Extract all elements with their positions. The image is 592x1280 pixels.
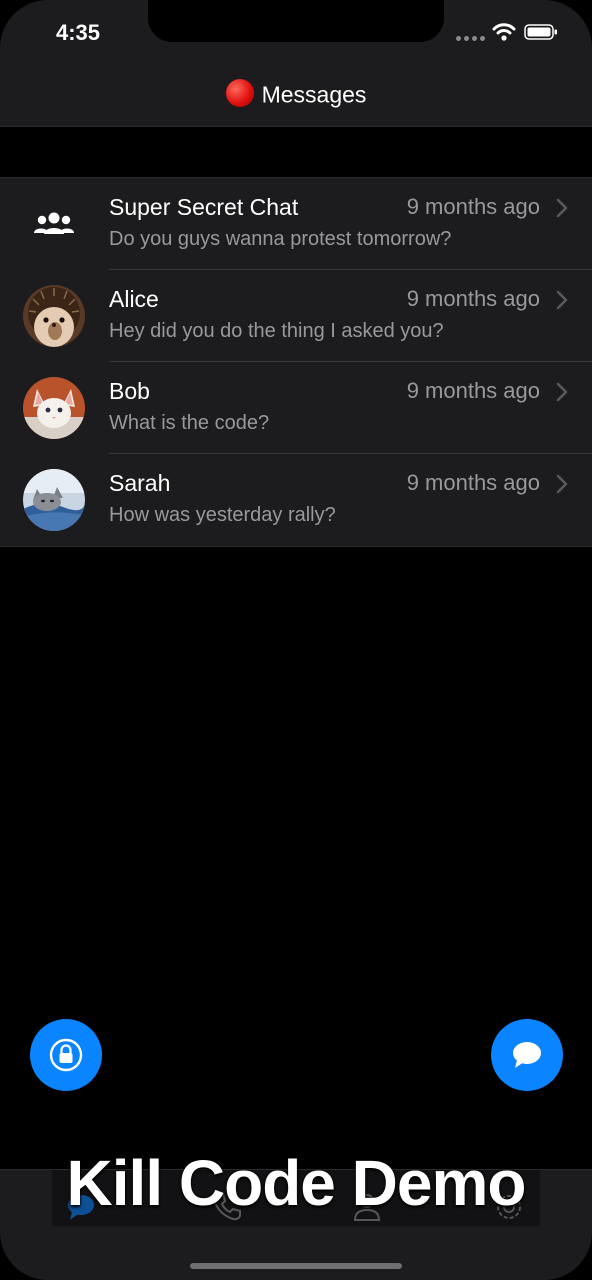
chat-preview: What is the code? bbox=[109, 412, 270, 434]
cat-avatar bbox=[23, 469, 85, 531]
battery-icon bbox=[524, 24, 557, 40]
chat-name: Super Secret Chat bbox=[109, 194, 299, 220]
home-indicator[interactable] bbox=[190, 1263, 402, 1269]
status-bar: 4:35 bbox=[0, 0, 592, 60]
phone-screen: 4:35 Messages Super Secret Chat 9 months… bbox=[0, 0, 592, 1280]
chat-timestamp: 9 months ago bbox=[406, 194, 540, 219]
demo-caption: Kill Code Demo bbox=[66, 1147, 527, 1219]
chat-row-super-secret-chat[interactable]: Super Secret Chat 9 months ago Do you gu… bbox=[0, 178, 592, 270]
chat-list: Super Secret Chat 9 months ago Do you gu… bbox=[0, 177, 592, 547]
chat-row-sarah[interactable]: Sarah 9 months ago How was yesterday ral… bbox=[0, 454, 592, 546]
chat-row-bob[interactable]: Bob 9 months ago What is the code? bbox=[0, 362, 592, 454]
chat-bubble-icon bbox=[513, 1042, 541, 1068]
chat-preview: Do you guys wanna protest tomorrow? bbox=[109, 228, 452, 250]
chat-row-alice[interactable]: Alice 9 months ago Hey did you do the th… bbox=[0, 270, 592, 362]
chevron-right-icon bbox=[556, 198, 568, 218]
lock-button[interactable] bbox=[30, 1019, 102, 1091]
wifi-icon bbox=[492, 23, 516, 41]
chat-name: Alice bbox=[109, 286, 159, 312]
chat-name: Sarah bbox=[109, 470, 171, 496]
group-icon bbox=[23, 193, 85, 255]
hedgehog-avatar bbox=[23, 285, 85, 347]
chat-preview: How was yesterday rally? bbox=[109, 504, 336, 526]
chat-timestamp: 9 months ago bbox=[406, 378, 540, 403]
navigation-bar: Messages bbox=[0, 60, 592, 127]
page-title: Messages bbox=[0, 78, 592, 109]
chevron-right-icon bbox=[556, 382, 568, 402]
chevron-right-icon bbox=[556, 290, 568, 310]
chat-timestamp: 9 months ago bbox=[406, 286, 540, 311]
kitten-avatar bbox=[23, 377, 85, 439]
chevron-right-icon bbox=[556, 474, 568, 494]
notch bbox=[148, 0, 444, 42]
page-title-label: Messages bbox=[261, 81, 367, 108]
red-dot-icon bbox=[225, 78, 254, 107]
new-message-button[interactable] bbox=[491, 1019, 563, 1091]
lock-icon bbox=[49, 1038, 83, 1072]
chat-preview: Hey did you do the thing I asked you? bbox=[109, 320, 444, 342]
cellular-signal-icon bbox=[456, 36, 485, 41]
status-time: 4:35 bbox=[56, 20, 101, 45]
chat-name: Bob bbox=[109, 378, 150, 404]
chat-timestamp: 9 months ago bbox=[406, 470, 540, 495]
